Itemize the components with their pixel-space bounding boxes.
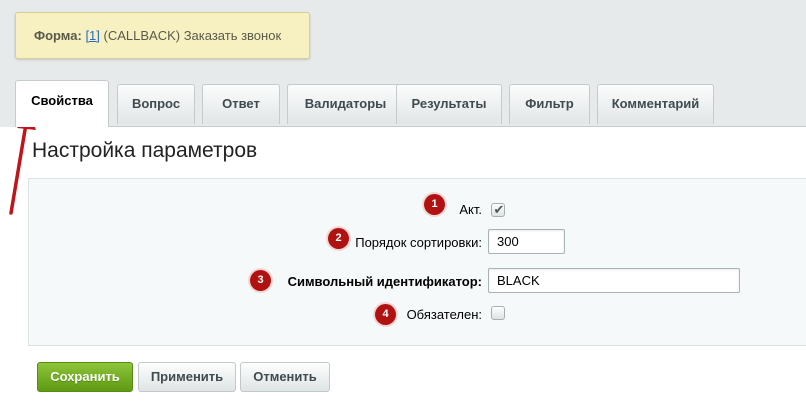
check-icon: ✔ [493, 202, 505, 217]
badge-4: 4 [375, 304, 396, 325]
sort-input[interactable]: 300 [488, 229, 565, 254]
sort-label: Порядок сортировки: [355, 235, 482, 250]
tab-filter[interactable]: Фильтр [509, 84, 590, 124]
badge-2: 2 [328, 228, 349, 249]
active-label: Акт. [459, 202, 482, 217]
badge-1: 1 [424, 194, 445, 215]
required-checkbox[interactable] [491, 306, 505, 320]
code-input[interactable]: BLACK [488, 268, 740, 293]
save-button[interactable]: Сохранить [37, 362, 133, 392]
cancel-button[interactable]: Отменить [240, 362, 330, 392]
section-title: Настройка параметров [32, 139, 258, 162]
notice-text: (CALLBACK) Заказать звонок [99, 28, 282, 43]
tab-comment[interactable]: Комментарий [597, 84, 714, 124]
tab-results[interactable]: Результаты [396, 84, 502, 124]
tab-answer[interactable]: Ответ [202, 84, 280, 124]
apply-button[interactable]: Применить [138, 362, 236, 392]
active-checkbox[interactable]: ✔ [491, 202, 505, 217]
required-label: Обязателен: [406, 307, 482, 322]
notice-label: Форма: [34, 28, 82, 43]
tab-question[interactable]: Вопрос [117, 84, 195, 124]
form-notice: Форма: [1] (CALLBACK) Заказать звонок [15, 12, 310, 59]
badge-3: 3 [250, 270, 271, 291]
tab-properties[interactable]: Свойства [15, 80, 109, 127]
form-id-link[interactable]: [1] [85, 28, 99, 43]
tab-validators[interactable]: Валидаторы [287, 84, 404, 124]
code-label: Символьный идентификатор: [287, 274, 482, 289]
